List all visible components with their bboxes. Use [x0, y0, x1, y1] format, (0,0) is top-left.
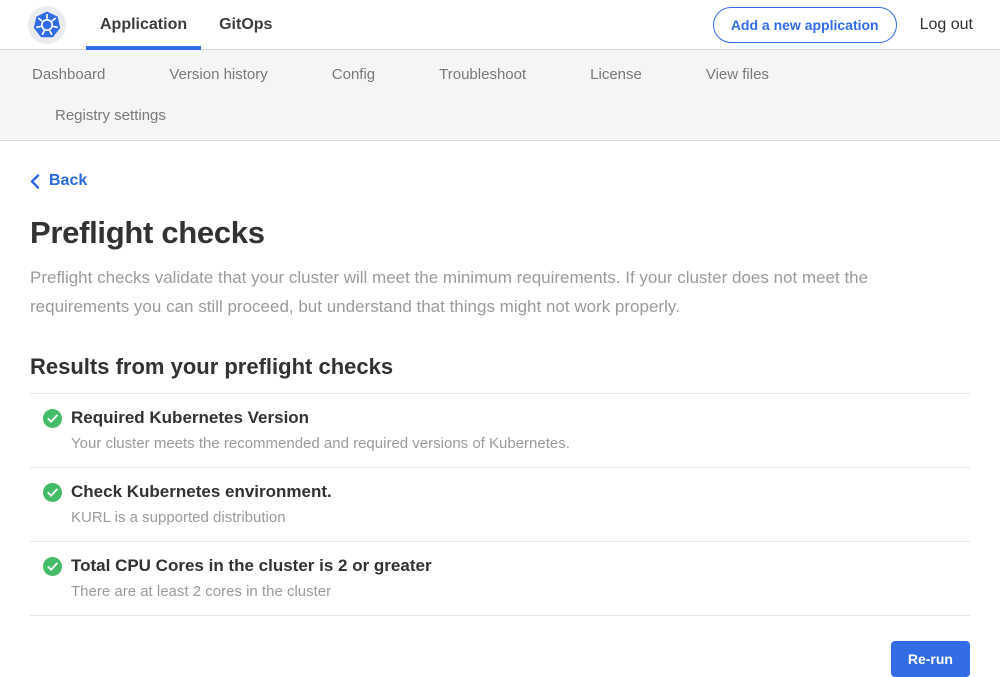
tab-gitops-label: GitOps: [219, 16, 272, 34]
logout-link[interactable]: Log out: [920, 16, 973, 34]
subnav-item-troubleshoot[interactable]: Troubleshoot: [407, 54, 558, 95]
rerun-button[interactable]: Re-run: [891, 641, 970, 677]
kubernetes-logo-icon: [28, 6, 66, 44]
tab-application[interactable]: Application: [86, 0, 201, 49]
top-navbar: Application GitOps Add a new application…: [0, 0, 1000, 50]
preflight-check-row: Total CPU Cores in the cluster is 2 or g…: [30, 541, 970, 615]
check-circle-icon: [43, 409, 62, 428]
subnav-item-view-files[interactable]: View files: [674, 54, 801, 95]
results-heading: Results from your preflight checks: [30, 354, 970, 380]
primary-tabs: Application GitOps: [86, 0, 286, 49]
subnav-item-registry-settings[interactable]: Registry settings: [23, 95, 198, 136]
footer-actions: Re-run: [30, 641, 970, 677]
preflight-results-list: Required Kubernetes Version Your cluster…: [30, 393, 970, 616]
subnav-item-config[interactable]: Config: [300, 54, 407, 95]
subnav-list: Dashboard Version history Config Trouble…: [0, 54, 940, 136]
back-link[interactable]: Back: [30, 172, 87, 190]
check-message: KURL is a supported distribution: [71, 509, 332, 526]
page-description: Preflight checks validate that your clus…: [30, 263, 970, 321]
preflight-check-row: Check Kubernetes environment. KURL is a …: [30, 467, 970, 541]
app-subnav: Dashboard Version history Config Trouble…: [0, 50, 1000, 141]
check-message: Your cluster meets the recommended and r…: [71, 435, 570, 452]
check-circle-icon: [43, 483, 62, 502]
check-content: Required Kubernetes Version Your cluster…: [71, 408, 570, 452]
check-message: There are at least 2 cores in the cluste…: [71, 583, 432, 600]
subnav-item-version-history[interactable]: Version history: [137, 54, 299, 95]
check-title: Check Kubernetes environment.: [71, 482, 332, 502]
chevron-left-icon: [30, 174, 40, 189]
topbar-actions: Add a new application Log out: [713, 0, 973, 49]
check-content: Total CPU Cores in the cluster is 2 or g…: [71, 556, 432, 600]
check-circle-icon: [43, 557, 62, 576]
main-content: Back Preflight checks Preflight checks v…: [0, 141, 1000, 677]
add-new-application-button[interactable]: Add a new application: [713, 7, 897, 43]
page-title: Preflight checks: [30, 215, 970, 251]
tab-gitops[interactable]: GitOps: [205, 0, 286, 49]
back-link-label: Back: [49, 172, 87, 190]
check-title: Total CPU Cores in the cluster is 2 or g…: [71, 556, 432, 576]
check-content: Check Kubernetes environment. KURL is a …: [71, 482, 332, 526]
preflight-check-row: Required Kubernetes Version Your cluster…: [30, 393, 970, 467]
tab-application-label: Application: [100, 16, 187, 34]
check-title: Required Kubernetes Version: [71, 408, 570, 428]
subnav-item-license[interactable]: License: [558, 54, 674, 95]
subnav-item-dashboard[interactable]: Dashboard: [0, 54, 137, 95]
